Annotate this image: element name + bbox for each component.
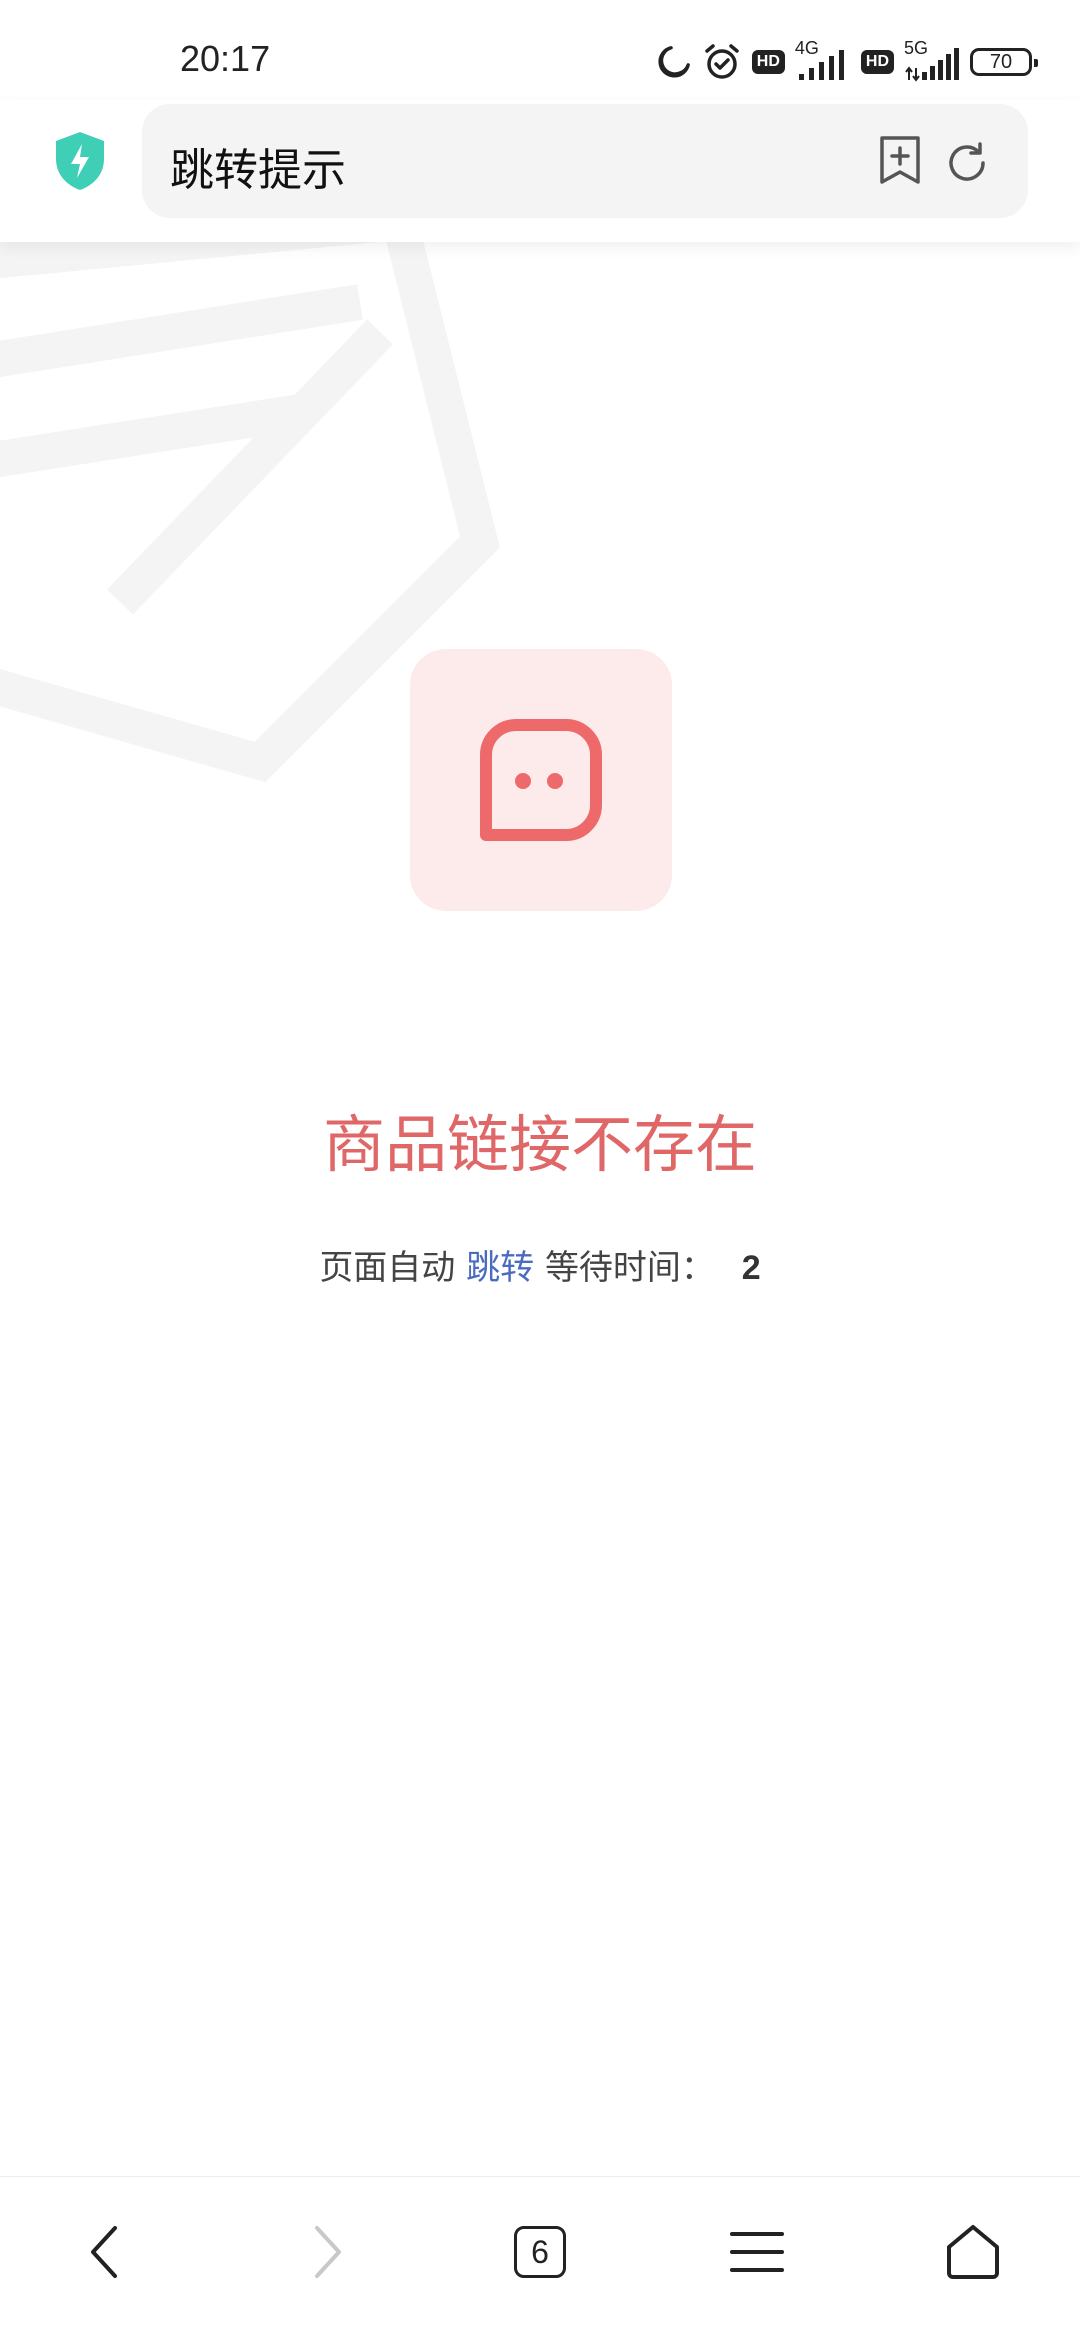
signal-5g-icon: 5G (904, 38, 960, 82)
browser-toolbar: 跳转提示 (0, 100, 1080, 242)
reload-icon[interactable] (942, 138, 992, 188)
signal-4g-icon: 4G (795, 38, 851, 82)
page-title: 跳转提示 (170, 145, 346, 196)
forward-icon (315, 2226, 341, 2278)
redirect-suffix: 等待时间： (544, 1248, 715, 1288)
bottom-nav-bar: 6 (0, 2176, 1080, 2341)
chat-face-icon (480, 719, 602, 841)
redirect-notice: 页面自动 跳转 等待时间： 2 (0, 1240, 1080, 1289)
menu-icon (730, 2232, 784, 2272)
forward-button[interactable] (292, 2217, 362, 2287)
security-shield-icon[interactable] (52, 130, 108, 192)
back-icon (91, 2226, 117, 2278)
status-bar: 20:17 HD 4G HD 5G 70 (0, 0, 1080, 100)
address-bar[interactable]: 跳转提示 (142, 104, 1028, 218)
redirect-prefix: 页面自动 (319, 1248, 456, 1288)
status-icons: HD 4G HD 5G 70 (654, 38, 1038, 86)
menu-button[interactable] (722, 2217, 792, 2287)
alarm-icon (705, 44, 739, 79)
error-illustration (410, 649, 672, 911)
back-button[interactable] (70, 2217, 140, 2287)
home-icon (947, 2225, 999, 2279)
add-bookmark-icon[interactable] (876, 134, 924, 186)
tabs-icon: 6 (514, 2226, 566, 2278)
hd-badge: HD (860, 50, 894, 74)
redirect-link[interactable]: 跳转 (466, 1248, 534, 1288)
page-content: 商品链接不存在 页面自动 跳转 等待时间： 2 (0, 242, 1080, 2176)
battery-level: 70 (989, 50, 1013, 73)
home-button[interactable] (938, 2217, 1008, 2287)
moon-icon (658, 46, 690, 78)
battery-icon: 70 (970, 48, 1038, 76)
countdown-value: 2 (741, 1249, 761, 1287)
hd-badge: HD (751, 50, 785, 74)
tabs-button[interactable]: 6 (505, 2217, 575, 2287)
status-time: 20:17 (180, 38, 271, 79)
error-message: 商品链接不存在 (322, 1108, 757, 1181)
